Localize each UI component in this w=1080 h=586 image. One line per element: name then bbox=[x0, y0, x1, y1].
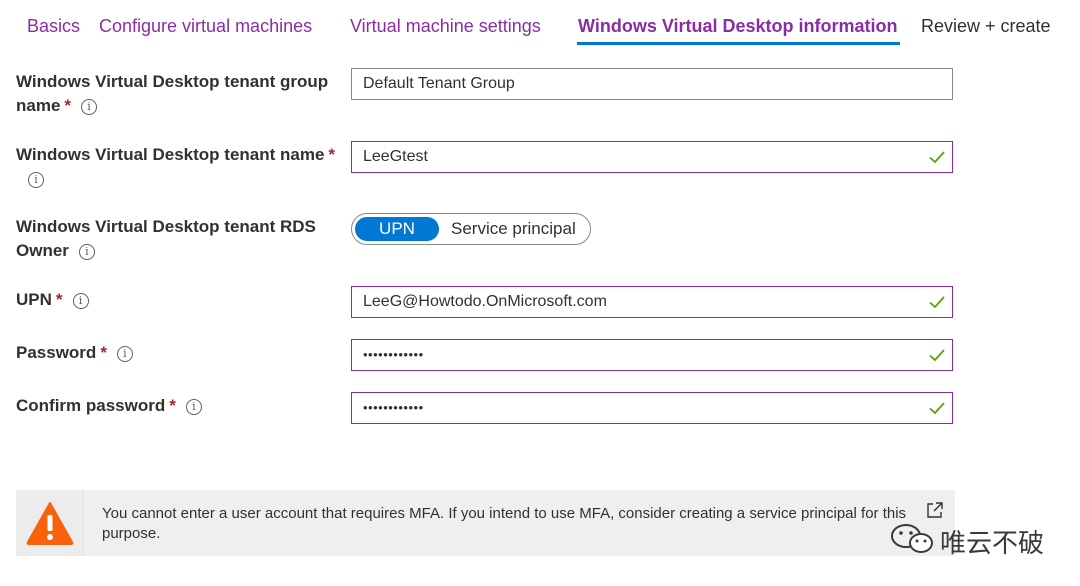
tenant-name-label-text: Windows Virtual Desktop tenant name bbox=[16, 145, 325, 164]
confirm-password-label: Confirm password * i bbox=[16, 394, 202, 418]
confirm-password-label-text: Confirm password bbox=[16, 396, 166, 415]
tab-review-create[interactable]: Review + create bbox=[921, 16, 1051, 37]
password-value: •••••••••••• bbox=[363, 347, 424, 362]
upn-input[interactable]: LeeG@Howtodo.OnMicrosoft.com bbox=[351, 286, 953, 318]
info-icon[interactable]: i bbox=[72, 292, 89, 309]
tenant-group-input[interactable]: Default Tenant Group bbox=[351, 68, 953, 100]
checkmark-icon bbox=[929, 402, 945, 415]
tenant-name-input[interactable]: LeeGtest bbox=[351, 141, 953, 173]
password-label-text: Password bbox=[16, 343, 97, 362]
warning-icon-box bbox=[16, 490, 84, 556]
watermark-text: 唯云不破 bbox=[940, 529, 1045, 559]
tenant-group-label-line1: Windows Virtual Desktop tenant group bbox=[16, 72, 329, 91]
upn-value: LeeG@Howtodo.OnMicrosoft.com bbox=[363, 293, 607, 310]
checkmark-icon bbox=[929, 296, 945, 309]
rds-owner-toggle[interactable]: UPN Service principal bbox=[351, 213, 591, 245]
tab-configure-vms[interactable]: Configure virtual machines bbox=[99, 16, 312, 37]
toggle-option-service-principal[interactable]: Service principal bbox=[451, 217, 576, 241]
info-icon[interactable]: i bbox=[81, 98, 98, 115]
upn-label-text: UPN bbox=[16, 290, 52, 309]
tenant-group-label-line2: name bbox=[16, 96, 61, 115]
tab-wvd-information[interactable]: Windows Virtual Desktop information bbox=[578, 16, 898, 37]
tab-basics[interactable]: Basics bbox=[27, 16, 80, 37]
tenant-group-label: Windows Virtual Desktop tenant group nam… bbox=[16, 70, 328, 118]
required-marker: * bbox=[328, 145, 336, 164]
tenant-name-value: LeeGtest bbox=[363, 148, 428, 165]
active-tab-indicator bbox=[577, 42, 900, 45]
required-marker: * bbox=[169, 396, 176, 415]
warning-message: You cannot enter a user account that req… bbox=[102, 505, 907, 542]
toggle-option-upn[interactable]: UPN bbox=[355, 217, 439, 241]
warning-icon bbox=[26, 502, 74, 545]
required-marker: * bbox=[55, 290, 63, 309]
mfa-warning-banner: You cannot enter a user account that req… bbox=[16, 490, 955, 556]
info-icon[interactable]: i bbox=[28, 171, 44, 188]
rds-owner-label-line1: Windows Virtual Desktop tenant RDS bbox=[16, 217, 316, 236]
upn-label: UPN * i bbox=[16, 288, 89, 312]
info-icon[interactable]: i bbox=[116, 345, 133, 362]
required-marker: * bbox=[64, 96, 72, 115]
tab-vm-settings[interactable]: Virtual machine settings bbox=[350, 16, 541, 37]
rds-owner-label-line2: Owner bbox=[16, 241, 69, 260]
info-icon[interactable]: i bbox=[185, 398, 202, 415]
tenant-group-value: Default Tenant Group bbox=[363, 75, 515, 92]
checkmark-icon bbox=[929, 151, 945, 164]
wechat-icon bbox=[891, 524, 933, 553]
password-label: Password * i bbox=[16, 341, 133, 365]
rds-owner-label: Windows Virtual Desktop tenant RDS Owner… bbox=[16, 215, 316, 263]
info-icon[interactable]: i bbox=[78, 243, 95, 260]
confirm-password-value: •••••••••••• bbox=[363, 400, 424, 415]
password-input[interactable]: •••••••••••• bbox=[351, 339, 953, 371]
external-link-icon[interactable] bbox=[926, 501, 944, 519]
tenant-name-label: Windows Virtual Desktop tenant name * i bbox=[16, 143, 335, 191]
confirm-password-input[interactable]: •••••••••••• bbox=[351, 392, 953, 424]
checkmark-icon bbox=[929, 349, 945, 362]
wizard-tabs: Basics Configure virtual machines Virtua… bbox=[0, 0, 1080, 56]
wechat-watermark: 唯云不破 bbox=[890, 523, 1044, 559]
required-marker: * bbox=[100, 343, 107, 362]
